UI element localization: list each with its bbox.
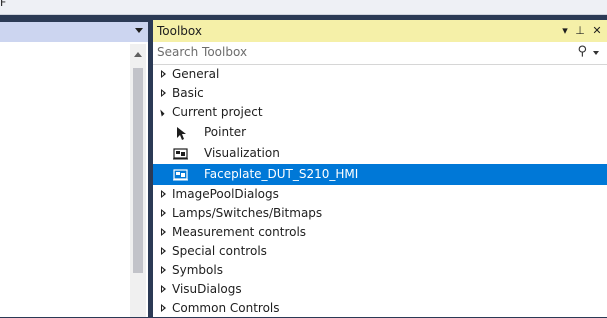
group-basic[interactable]: Basic <box>153 84 607 103</box>
left-panel <box>0 22 148 317</box>
group-label: VisuDialogs <box>172 282 242 296</box>
toolbox-panel: Toolbox ▾ ⊥ ✕ ⚲ General Basic Current pr… <box>153 20 607 317</box>
group-lamps-switches-bitmaps[interactable]: Lamps/Switches/Bitmaps <box>153 204 607 223</box>
scroll-up-icon[interactable] <box>134 52 142 57</box>
group-label: General <box>172 67 220 81</box>
group-general[interactable]: General <box>153 65 607 84</box>
search-icon[interactable]: ⚲ <box>577 44 587 59</box>
group-label: Lamps/Switches/Bitmaps <box>172 206 323 220</box>
window-position-dropdown-icon[interactable]: ▾ <box>558 24 572 37</box>
menu-item-partial[interactable]: F <box>0 0 6 9</box>
group-label: ImagePoolDialogs <box>172 187 279 201</box>
group-imagepooldialogs[interactable]: ImagePoolDialogs <box>153 185 607 204</box>
group-label: Basic <box>172 86 204 100</box>
item-label: Pointer <box>204 125 247 139</box>
toolbox-item-faceplate[interactable]: Faceplate_DUT_S210_HMI <box>153 164 607 185</box>
toolbox-item-visualization[interactable]: Visualization <box>153 143 607 164</box>
group-symbols[interactable]: Symbols <box>153 261 607 280</box>
item-label: Faceplate_DUT_S210_HMI <box>204 167 359 181</box>
group-current-project[interactable]: Current project <box>153 103 607 122</box>
expand-arrow-icon[interactable] <box>161 304 166 312</box>
toolbox-title-bar: Toolbox ▾ ⊥ ✕ <box>153 20 607 43</box>
group-label: Special controls <box>172 244 267 258</box>
expand-arrow-icon[interactable] <box>161 209 166 217</box>
pointer-icon <box>173 122 189 143</box>
group-label: Current project <box>172 105 263 119</box>
scrollbar-thumb[interactable] <box>133 68 143 273</box>
expand-arrow-icon[interactable] <box>161 190 166 198</box>
collapse-arrow-icon[interactable] <box>157 109 165 117</box>
vertical-scrollbar[interactable] <box>130 44 146 317</box>
group-visudialogs[interactable]: VisuDialogs <box>153 280 607 299</box>
toolbox-search-bar: ⚲ <box>153 42 607 65</box>
chevron-down-icon[interactable] <box>135 28 143 33</box>
group-label: Measurement controls <box>172 225 307 239</box>
group-special-controls[interactable]: Special controls <box>153 242 607 261</box>
left-panel-header <box>0 22 148 42</box>
search-options-chevron-icon[interactable] <box>593 51 599 55</box>
expand-arrow-icon[interactable] <box>161 228 166 236</box>
item-label: Visualization <box>204 146 280 160</box>
expand-arrow-icon[interactable] <box>161 247 166 255</box>
visualization-icon <box>173 164 189 185</box>
group-common-controls[interactable]: Common Controls <box>153 299 607 318</box>
visualization-icon <box>173 143 189 164</box>
search-input[interactable] <box>155 44 567 60</box>
group-measurement-controls[interactable]: Measurement controls <box>153 223 607 242</box>
close-icon[interactable]: ✕ <box>590 24 604 37</box>
group-label: Common Controls <box>172 301 280 315</box>
toolbox-item-pointer[interactable]: Pointer <box>153 122 607 143</box>
expand-arrow-icon[interactable] <box>161 89 166 97</box>
menu-bar: F <box>0 0 607 15</box>
expand-arrow-icon[interactable] <box>161 70 166 78</box>
panel-title: Toolbox <box>157 24 202 38</box>
pin-icon[interactable]: ⊥ <box>573 24 587 37</box>
expand-arrow-icon[interactable] <box>161 285 166 293</box>
expand-arrow-icon[interactable] <box>161 266 166 274</box>
toolbox-tree: General Basic Current project Pointer Vi… <box>153 65 607 318</box>
group-label: Symbols <box>172 263 223 277</box>
